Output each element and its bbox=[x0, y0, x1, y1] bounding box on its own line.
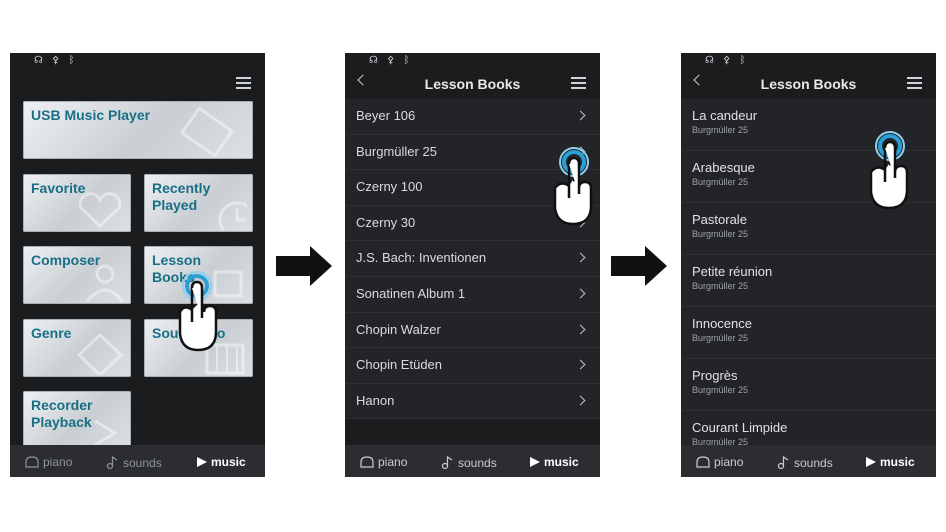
status-icons: ☊ ⚴ ᛒ bbox=[705, 55, 749, 66]
bottom-nav: piano sounds music bbox=[345, 445, 600, 477]
usb-music-player-tile[interactable]: USB Music Player bbox=[23, 101, 253, 159]
tile-label: Recently Played bbox=[152, 180, 211, 213]
tap-hand-icon bbox=[869, 131, 909, 210]
play-triangle-icon bbox=[866, 457, 876, 467]
recently-played-tile[interactable]: Recently Played bbox=[144, 174, 253, 232]
menu-icon[interactable] bbox=[907, 77, 922, 89]
piano-icon bbox=[696, 456, 710, 468]
nav-piano[interactable]: piano bbox=[24, 455, 72, 469]
status-icons: ☊ ⚴ ᛒ bbox=[369, 55, 413, 66]
tile-label: USB Music Player bbox=[31, 107, 151, 123]
note-icon bbox=[441, 455, 453, 470]
composer-tile[interactable]: Composer bbox=[23, 246, 131, 304]
nav-piano[interactable]: piano bbox=[695, 455, 743, 469]
nav-sounds[interactable]: sounds bbox=[441, 455, 497, 470]
tap-hand-icon bbox=[178, 271, 218, 352]
list-item[interactable]: Progrès Burgmüller 25 bbox=[681, 359, 936, 411]
chevron-right-icon bbox=[575, 110, 586, 121]
person-icon bbox=[85, 264, 125, 302]
piece-list-screen: ☊ ⚴ ᛒ Lesson Books La candeur Burgmüller … bbox=[681, 53, 936, 477]
usb-icon bbox=[179, 107, 235, 157]
piano-icon bbox=[360, 456, 374, 468]
chevron-right-icon bbox=[575, 359, 586, 370]
heart-icon bbox=[78, 192, 122, 229]
music-menu-screen: ☊ ⚴ ᛒ USB Music Player Favorite Recently… bbox=[10, 53, 265, 477]
list-item[interactable]: Hanon bbox=[345, 383, 600, 420]
chevron-right-icon bbox=[575, 324, 586, 335]
menu-icon[interactable] bbox=[236, 77, 251, 89]
chevron-right-icon bbox=[575, 395, 586, 406]
note-icon bbox=[106, 455, 118, 470]
list-item[interactable]: Chopin Etüden bbox=[345, 348, 600, 384]
list-item[interactable]: Chopin Walzer bbox=[345, 312, 600, 349]
page-title: Lesson Books bbox=[760, 76, 857, 92]
chevron-right-icon bbox=[575, 252, 586, 263]
nav-music[interactable]: music bbox=[529, 455, 579, 469]
diamond-icon bbox=[76, 332, 124, 375]
tap-hand-icon bbox=[553, 147, 593, 226]
play-triangle-icon bbox=[530, 457, 540, 467]
nav-music[interactable]: music bbox=[196, 455, 246, 469]
status-icons: ☊ ⚴ ᛒ bbox=[34, 55, 78, 66]
lesson-books-screen: ☊ ⚴ ᛒ Lesson Books Beyer 106 Burgmüller … bbox=[345, 53, 600, 477]
favorite-tile[interactable]: Favorite bbox=[23, 174, 131, 232]
nav-sounds[interactable]: sounds bbox=[106, 455, 162, 470]
note-icon bbox=[777, 455, 789, 470]
play-icon bbox=[94, 419, 118, 447]
page-title: Lesson Books bbox=[424, 76, 521, 92]
bottom-nav: piano sounds music bbox=[681, 445, 936, 477]
nav-piano[interactable]: piano bbox=[359, 455, 407, 469]
title-bar: Lesson Books bbox=[345, 69, 600, 99]
list-item[interactable]: Innocence Burgmüller 25 bbox=[681, 307, 936, 359]
nav-sounds[interactable]: sounds bbox=[777, 455, 833, 470]
menu-icon[interactable] bbox=[571, 77, 586, 89]
chevron-right-icon bbox=[575, 288, 586, 299]
list-item[interactable]: Petite réunion Burgmüller 25 bbox=[681, 255, 936, 307]
tile-label: Genre bbox=[31, 325, 72, 341]
genre-tile[interactable]: Genre bbox=[23, 319, 131, 377]
nav-music[interactable]: music bbox=[865, 455, 915, 469]
clock-icon bbox=[218, 201, 247, 230]
list-item[interactable]: Beyer 106 bbox=[345, 99, 600, 135]
list-item[interactable]: Sonatinen Album 1 bbox=[345, 276, 600, 313]
title-bar: Lesson Books bbox=[681, 69, 936, 99]
piano-icon bbox=[25, 456, 39, 468]
play-triangle-icon bbox=[197, 457, 207, 467]
tile-label: Recorder Playback bbox=[31, 397, 93, 430]
list-item[interactable]: J.S. Bach: Inventionen bbox=[345, 241, 600, 277]
bottom-nav: piano sounds music bbox=[10, 445, 265, 477]
recorder-playback-tile[interactable]: Recorder Playback bbox=[23, 391, 131, 449]
